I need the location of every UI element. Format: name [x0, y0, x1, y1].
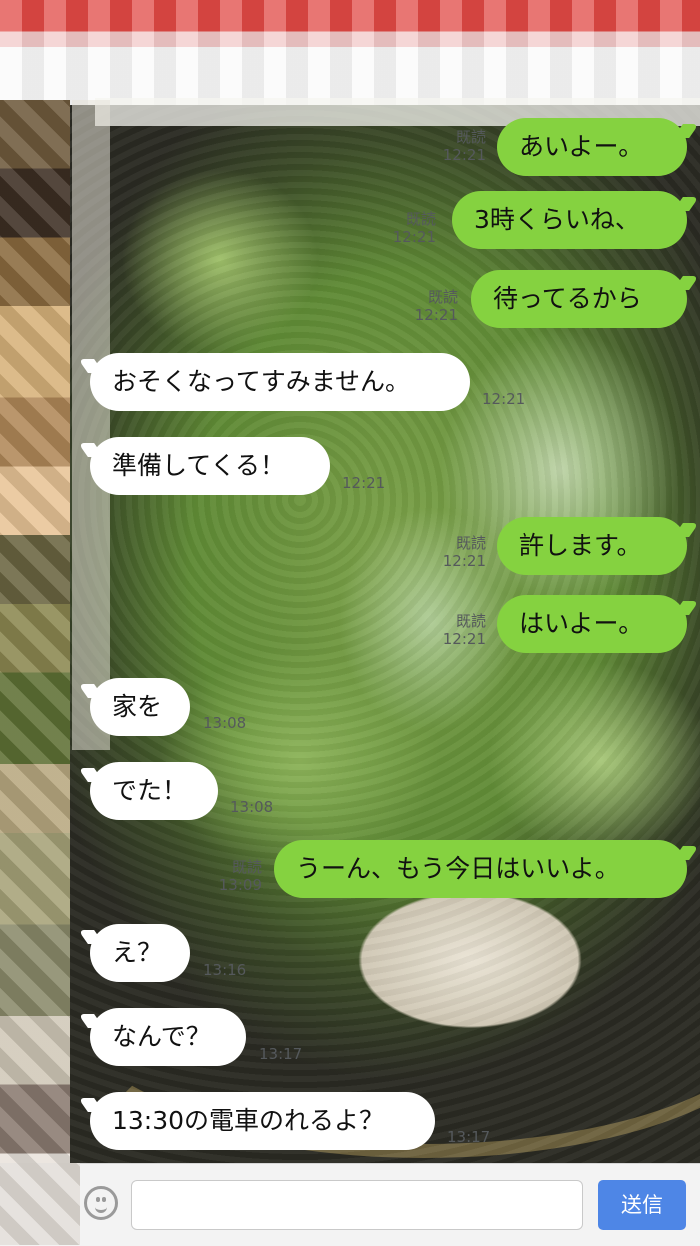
message-meta: 既読 12:21: [436, 534, 486, 570]
message-bubble-outgoing[interactable]: 許します。: [497, 517, 687, 575]
message-text: おそくなってすみません。: [112, 367, 411, 396]
message-input[interactable]: [131, 1180, 583, 1230]
smiley-icon[interactable]: [84, 1186, 118, 1220]
pixelated-left-area: [0, 1163, 80, 1245]
message-time: 12:21: [482, 390, 526, 408]
message-time: 12:21: [342, 474, 386, 492]
read-receipt: 既読: [231, 858, 262, 876]
message-text: はいよー。: [519, 609, 644, 638]
message-time: 12:21: [392, 228, 436, 246]
message-bubble-incoming[interactable]: でた！: [90, 762, 218, 820]
message-time: 12:21: [442, 630, 486, 648]
message-time: 13:17: [259, 1045, 303, 1063]
read-receipt: 既読: [455, 534, 486, 552]
message-text: 13:30の電車のれるよ？: [112, 1106, 385, 1135]
message-bubble-outgoing[interactable]: はいよー。: [497, 595, 687, 653]
send-button[interactable]: 送信: [598, 1180, 686, 1230]
message-bubble-outgoing[interactable]: あいよー。: [497, 118, 687, 176]
message-text: 待ってるから: [493, 284, 642, 313]
message-text: 許します。: [519, 531, 642, 560]
read-receipt: 既読: [405, 210, 436, 228]
message-composer: 送信: [0, 1163, 700, 1246]
message-bubble-incoming[interactable]: 家を: [90, 678, 190, 736]
message-text: 3時くらいね、: [474, 205, 640, 234]
message-meta: 既読 12:21: [408, 288, 458, 324]
message-text: でた！: [112, 776, 188, 805]
message-time: 13:08: [230, 798, 274, 816]
read-receipt: 既読: [455, 128, 486, 146]
message-time: 12:21: [442, 146, 486, 164]
message-bubble-incoming[interactable]: なんで？: [90, 1008, 246, 1066]
blurred-overlay: [72, 100, 110, 750]
message-text: あいよー。: [519, 132, 644, 161]
read-receipt: 既読: [455, 612, 486, 630]
message-text: 家を: [112, 692, 163, 721]
message-time: 13:09: [218, 876, 262, 894]
message-text: うーん、もう今日はいいよ。: [296, 854, 620, 883]
message-time: 13:08: [203, 714, 247, 732]
message-time: 12:21: [442, 552, 486, 570]
message-meta: 既読 12:21: [436, 612, 486, 648]
message-bubble-outgoing[interactable]: 待ってるから: [471, 270, 687, 328]
message-bubble-incoming[interactable]: え？: [90, 924, 190, 982]
read-receipt: 既読: [427, 288, 458, 306]
message-time: 12:21: [414, 306, 458, 324]
message-time: 13:16: [203, 961, 247, 979]
message-bubble-outgoing[interactable]: 3時くらいね、: [452, 191, 687, 249]
message-bubble-outgoing[interactable]: うーん、もう今日はいいよ。: [274, 840, 687, 898]
message-text: なんで？: [112, 1022, 211, 1051]
message-time: 13:17: [447, 1128, 491, 1146]
message-meta: 既読 12:21: [436, 128, 486, 164]
message-meta: 既読 13:09: [212, 858, 262, 894]
pixelated-status-area: [0, 0, 700, 105]
message-meta: 既読 12:21: [386, 210, 436, 246]
message-bubble-incoming[interactable]: おそくなってすみません。: [90, 353, 470, 411]
message-bubble-incoming[interactable]: 準備してくる！: [90, 437, 330, 495]
message-bubble-incoming[interactable]: 13:30の電車のれるよ？: [90, 1092, 435, 1150]
message-text: 準備してくる！: [112, 451, 286, 480]
message-text: え？: [112, 938, 163, 967]
pixelated-left-area: [0, 100, 70, 1245]
